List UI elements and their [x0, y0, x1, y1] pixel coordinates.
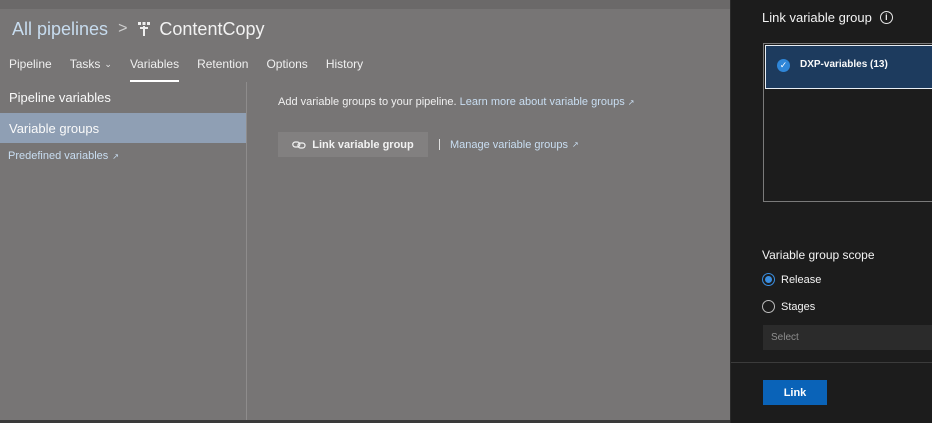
pipeline-title: ContentCopy — [159, 18, 265, 39]
link-variable-group-button[interactable]: Link variable group — [278, 132, 428, 157]
sidebar-item-pipeline-variables[interactable]: Pipeline variables — [0, 82, 246, 112]
sidebar-item-label: Pipeline variables — [9, 89, 111, 105]
intro-text: Add variable groups to your pipeline. Le… — [278, 96, 635, 108]
link-label: Predefined variables — [8, 150, 109, 162]
learn-more-link[interactable]: Learn more about variable groups — [460, 96, 625, 108]
chevron-down-icon: ⌄ — [104, 59, 112, 69]
scope-title: Variable group scope — [762, 248, 875, 262]
checkmark-icon: ✓ — [777, 59, 790, 72]
predefined-variables-link[interactable]: Predefined variables ↗ — [0, 150, 246, 162]
variable-group-list[interactable]: ✓ DXP-variables (13) — [763, 43, 932, 202]
sidebar-item-label: Variable groups — [9, 120, 100, 136]
info-icon[interactable]: i — [879, 11, 893, 24]
radio-button[interactable] — [762, 300, 775, 313]
tab-bar: Pipeline Tasks ⌄ Variables Retention Opti… — [0, 56, 372, 82]
tab-label: Retention — [197, 57, 249, 71]
actions-row: Link variable group Manage variable grou… — [278, 132, 579, 157]
tab-label: Pipeline — [9, 57, 52, 71]
breadcrumb: All pipelines > ContentCopy — [12, 16, 264, 42]
link-variable-group-panel: Link variable group i ✓ DXP-variables (1… — [730, 0, 932, 423]
panel-title-text: Link variable group — [762, 10, 872, 25]
intro-label: Add variable groups to your pipeline. — [278, 96, 457, 108]
tab-options[interactable]: Options — [257, 56, 316, 82]
link-icon — [292, 140, 306, 149]
variable-group-name: DXP-variables (13) — [800, 59, 888, 70]
link-label: Manage variable groups — [450, 138, 569, 151]
radio-dot — [765, 276, 772, 283]
tab-label: History — [325, 57, 364, 71]
button-label: Link variable group — [312, 138, 414, 151]
link-button[interactable]: Link — [763, 380, 827, 405]
manage-variable-groups-link[interactable]: Manage variable groups ↗ — [450, 139, 579, 151]
breadcrumb-all-pipelines[interactable]: All pipelines — [12, 19, 108, 40]
external-link-icon: ↗ — [112, 151, 119, 161]
top-strip — [0, 0, 730, 9]
tab-retention[interactable]: Retention — [188, 56, 257, 82]
sidebar-item-variable-groups[interactable]: Variable groups — [0, 113, 246, 143]
breadcrumb-separator: > — [118, 20, 128, 37]
stages-select[interactable]: Select — [763, 325, 932, 350]
radio-label: Stages — [781, 300, 816, 313]
radio-button-selected[interactable] — [762, 273, 775, 286]
tab-label: Tasks — [69, 57, 101, 71]
tab-label: Options — [266, 57, 308, 71]
tab-label: Variables — [129, 57, 180, 71]
external-link-icon: ↗ — [572, 140, 579, 149]
variables-sidebar: Pipeline variables Variable groups Prede… — [0, 82, 247, 423]
scope-option-release[interactable]: Release — [762, 273, 821, 286]
panel-title: Link variable group i — [762, 10, 893, 25]
tab-history[interactable]: History — [317, 56, 372, 82]
pipeline-icon — [138, 22, 151, 36]
tab-tasks[interactable]: Tasks ⌄ — [61, 56, 121, 82]
external-link-icon: ↗ — [627, 98, 635, 107]
tab-variables[interactable]: Variables — [121, 56, 188, 82]
radio-label: Release — [781, 273, 822, 286]
variable-groups-content: Add variable groups to your pipeline. Le… — [278, 96, 635, 157]
tab-pipeline[interactable]: Pipeline — [0, 56, 61, 82]
scope-option-stages[interactable]: Stages — [762, 300, 815, 313]
panel-divider — [731, 362, 932, 363]
list-item-variable-group[interactable]: ✓ DXP-variables (13) — [765, 45, 932, 89]
divider — [439, 139, 440, 150]
